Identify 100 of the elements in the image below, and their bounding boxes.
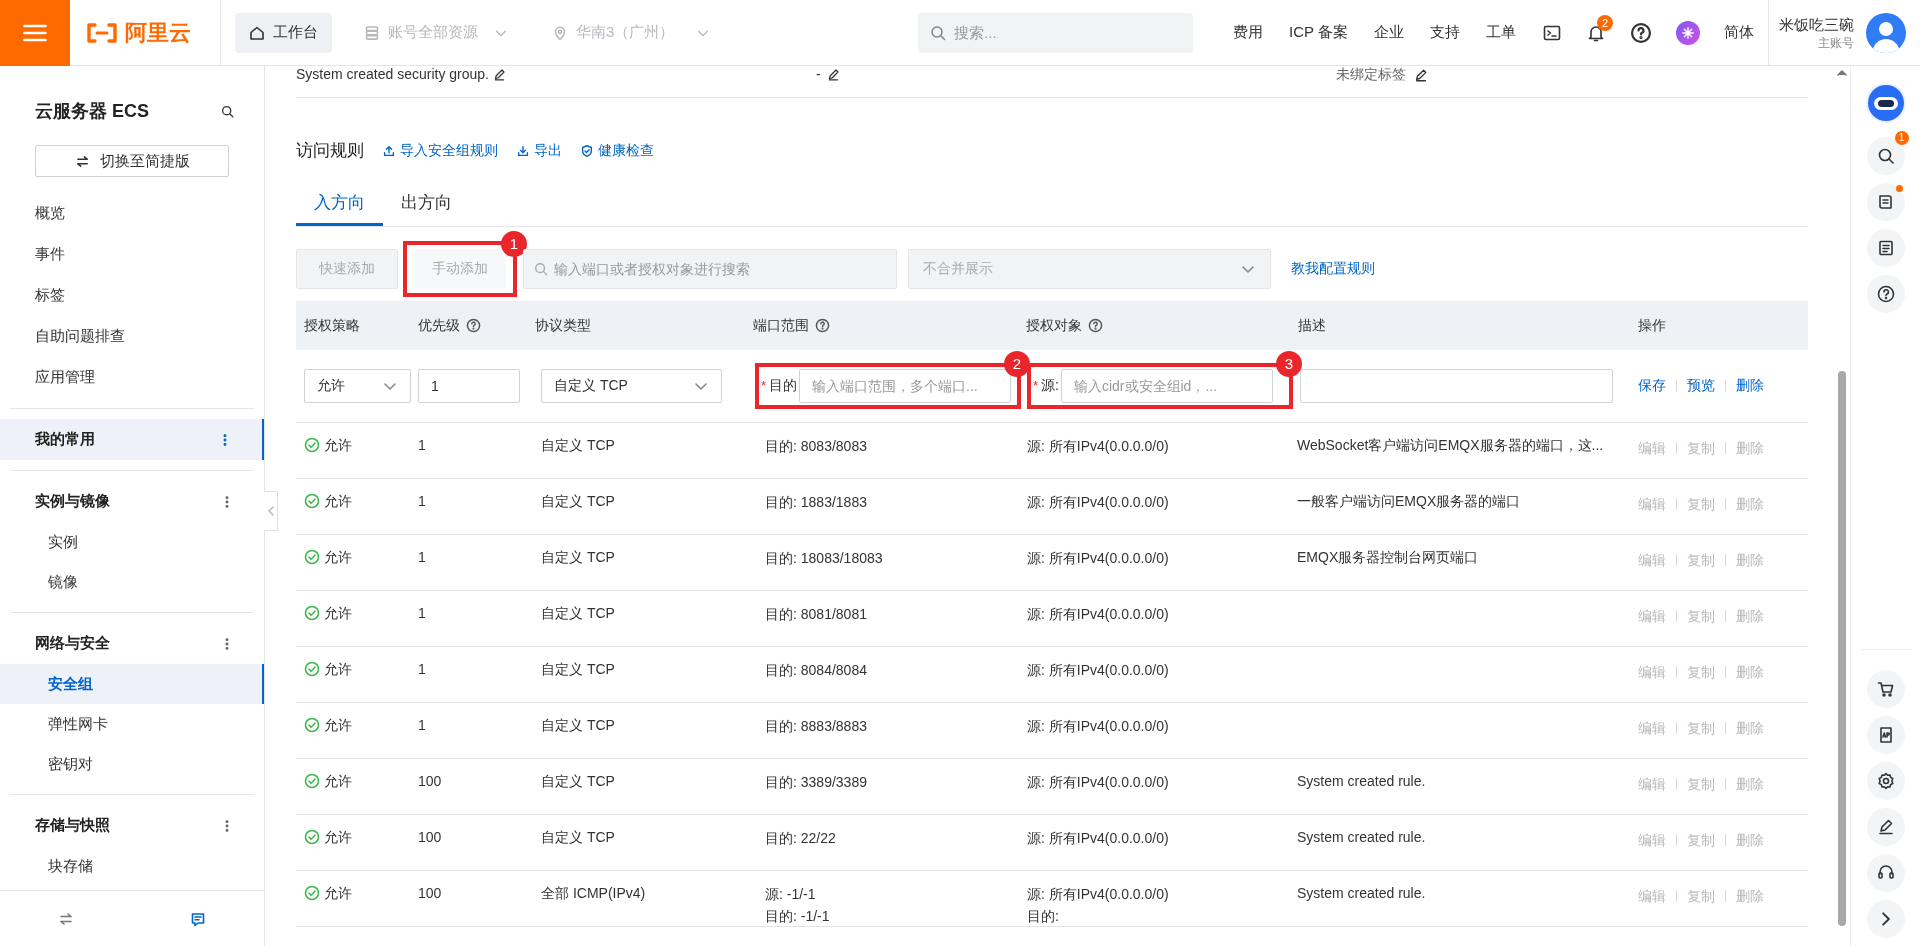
table-cell-text: 源: 所有IPv4(0.0.0.0/0)	[1027, 772, 1170, 792]
column-header: 授权对象	[1026, 315, 1082, 335]
field-label: 源:	[1041, 376, 1059, 395]
group-label: 存储与快照	[35, 815, 110, 836]
table-cell: 一般客户端访问EMQX服务器的端口	[1297, 492, 1521, 509]
sidebar-item[interactable]: 密钥对	[0, 744, 264, 784]
table-cell-text: 目的: 18083/18083	[765, 548, 884, 568]
tags-value: 未绑定标签	[1336, 65, 1406, 84]
table-cell-text: 允许	[324, 547, 352, 567]
top-nav-link[interactable]: 支持	[1430, 21, 1460, 44]
direction-tab[interactable]: 出方向	[383, 183, 470, 226]
config-help-link[interactable]: 教我配置规则	[1291, 258, 1375, 279]
sidebar-item[interactable]: 应用管理	[0, 357, 264, 398]
sidebar-group-header[interactable]: 存储与快照	[0, 805, 264, 846]
language-label[interactable]: 简体	[1724, 21, 1754, 44]
group-description: System created security group.	[296, 65, 489, 84]
priority-input[interactable]: 1	[418, 368, 520, 403]
row-action-link[interactable]: 保存	[1638, 375, 1666, 396]
help-icon[interactable]	[1630, 21, 1652, 44]
message-icon[interactable]	[190, 910, 206, 927]
help-button[interactable]	[1866, 275, 1905, 313]
user-name[interactable]: 米饭吃三碗	[1779, 14, 1854, 35]
protocol-select[interactable]: 自定义 TCP	[541, 368, 722, 403]
scroll-up-icon[interactable]	[1837, 69, 1847, 77]
cart-button[interactable]	[1866, 670, 1905, 708]
search-icon[interactable]	[221, 105, 234, 118]
check-circle-icon	[304, 437, 320, 453]
search-field[interactable]: 搜索...	[918, 12, 1194, 53]
sidebar-title: 云服务器 ECS	[35, 100, 149, 123]
help-icon[interactable]	[815, 317, 830, 333]
step-number-badge: 2	[1004, 350, 1030, 377]
sidebar-item[interactable]: 实例	[0, 522, 264, 562]
top-nav-link[interactable]: ICP 备案	[1289, 21, 1348, 44]
top-nav-link[interactable]: 工单	[1486, 21, 1516, 44]
group-label: 实例与镜像	[35, 491, 110, 512]
description-input[interactable]	[1300, 368, 1613, 403]
pin-icon	[552, 24, 568, 41]
column-header: 协议类型	[535, 315, 591, 335]
check-circle-icon	[304, 661, 320, 677]
edit-icon[interactable]	[1414, 67, 1428, 82]
text-input[interactable]: 输入cidr或安全组id，...	[1060, 368, 1273, 403]
toolbar-link[interactable]: 导入安全组规则	[382, 140, 498, 162]
switch-version-button[interactable]: 切换至简捷版	[35, 145, 229, 177]
top-nav-link[interactable]: 企业	[1374, 21, 1404, 44]
toolbar-link[interactable]: 导出	[516, 140, 562, 162]
check-circle-icon	[304, 885, 320, 901]
table-cell-text: 目的: 3389/3389	[765, 772, 868, 792]
sidebar-group-header[interactable]: 实例与镜像	[0, 481, 264, 522]
edit-icon[interactable]	[826, 68, 840, 81]
menu-button[interactable]	[0, 0, 70, 66]
help-icon[interactable]	[1088, 317, 1103, 333]
check-circle-icon	[304, 717, 320, 733]
check-circle-icon	[304, 493, 320, 509]
sidebar-item[interactable]: 自助问题排查	[0, 316, 264, 357]
chevron-left-icon	[266, 506, 275, 516]
pen-button[interactable]	[1866, 808, 1905, 846]
assistant-avatar[interactable]	[1865, 83, 1906, 123]
toolbar-link[interactable]: 健康检查	[580, 140, 654, 162]
direction-tab[interactable]: 入方向	[296, 183, 383, 226]
sidebar-item[interactable]: 事件	[0, 234, 264, 275]
help-icon	[1875, 284, 1896, 304]
headset-button[interactable]	[1866, 854, 1905, 892]
table-cell: EMQX服务器控制台网页端口	[1297, 548, 1479, 565]
api-document-button[interactable]	[1866, 716, 1905, 754]
table-cell: System created rule.	[1297, 772, 1426, 789]
field-label: 目的	[769, 376, 798, 395]
collapse-handle[interactable]	[264, 491, 278, 531]
chevron-right-button[interactable]	[1866, 900, 1905, 938]
help-icon[interactable]	[466, 317, 481, 333]
user-avatar[interactable]	[1866, 12, 1906, 53]
policy-select[interactable]: 允许	[304, 368, 411, 403]
settings-button[interactable]	[1866, 762, 1905, 800]
sidebar-item[interactable]: 标签	[0, 275, 264, 316]
table-cell-text: 源: 所有IPv4(0.0.0.0/0)	[1027, 492, 1170, 512]
section-title: 访问规则	[296, 140, 364, 162]
sidebar-group-header[interactable]: 我的常用	[0, 419, 264, 460]
row-action-link[interactable]: 删除	[1736, 375, 1764, 396]
scrollbar-thumb[interactable]	[1838, 371, 1846, 926]
workbench-button[interactable]: 工作台	[235, 12, 332, 53]
sparkle-icon[interactable]	[1676, 20, 1700, 45]
table-cell: 自定义 TCP	[541, 436, 615, 453]
home-icon	[249, 24, 265, 41]
sidebar-item[interactable]: 镜像	[0, 562, 264, 602]
check-circle-icon	[304, 549, 320, 565]
checklist-button[interactable]	[1866, 229, 1905, 267]
row-action-link[interactable]: 预览	[1687, 375, 1715, 396]
sidebar-item[interactable]: 块存储	[0, 846, 264, 886]
sidebar-item[interactable]: 弹性网卡	[0, 704, 264, 744]
sidebar-item[interactable]: 安全组	[0, 664, 264, 704]
sidebar-group-header[interactable]: 网络与安全	[0, 623, 264, 664]
column-header: 描述	[1298, 315, 1326, 335]
sidebar-item[interactable]: 概览	[0, 193, 264, 234]
notification-count: 1	[1894, 131, 1909, 145]
top-nav-link[interactable]: 费用	[1233, 21, 1264, 44]
table-cell-text: 源: 所有IPv4(0.0.0.0/0)	[1027, 716, 1170, 736]
table-cell-text: 源: 所有IPv4(0.0.0.0/0)	[1027, 660, 1170, 680]
edit-icon[interactable]	[493, 68, 506, 81]
text-input[interactable]: 输入端口范围，多个端口...	[799, 368, 1012, 403]
rule-search-field[interactable]: 输入端口或者授权对象进行搜索	[523, 248, 897, 289]
swap-icon[interactable]	[58, 910, 74, 927]
